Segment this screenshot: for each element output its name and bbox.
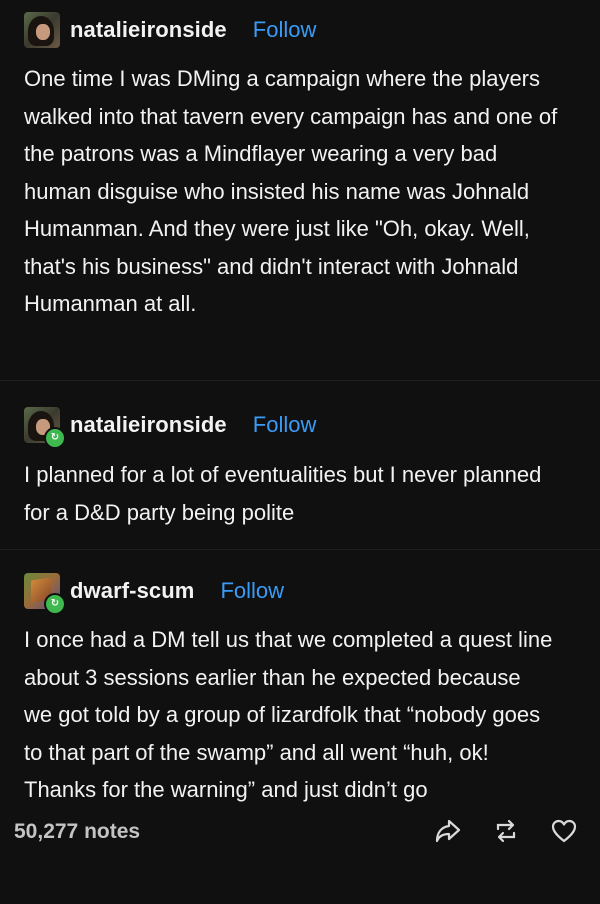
avatar[interactable]: ↻ (24, 407, 66, 449)
username[interactable]: natalieironside (70, 412, 227, 438)
post-footer: 50,277 notes (0, 806, 600, 856)
follow-button[interactable]: Follow (220, 578, 284, 604)
post-header: ↻ natalieironside Follow (24, 407, 317, 449)
post-reblog-2: ↻ dwarf-scum Follow I once had a DM tell… (0, 549, 600, 856)
reblog-badge-icon: ↻ (44, 593, 66, 615)
avatar[interactable]: ↻ (24, 573, 66, 615)
post-body: I planned for a lot of eventualities but… (24, 462, 542, 525)
notes-count[interactable]: 50,277 notes (14, 820, 140, 844)
post-body: One time I was DMing a campaign where th… (24, 66, 558, 316)
post-header: natalieironside Follow (24, 12, 316, 48)
post-original: natalieironside Follow One time I was DM… (0, 0, 600, 380)
share-icon[interactable] (434, 818, 462, 844)
reblog-icon[interactable] (492, 818, 520, 844)
avatar-image (24, 12, 60, 48)
username[interactable]: dwarf-scum (70, 578, 194, 604)
post-reblog-1: ↻ natalieironside Follow I planned for a… (0, 380, 600, 549)
post-actions (434, 818, 578, 844)
post-header: ↻ dwarf-scum Follow (24, 573, 284, 615)
reblog-badge-icon: ↻ (44, 427, 66, 449)
avatar[interactable] (24, 12, 60, 48)
follow-button[interactable]: Follow (253, 412, 317, 438)
follow-button[interactable]: Follow (253, 17, 317, 43)
post-body: I once had a DM tell us that we complete… (24, 627, 553, 802)
username[interactable]: natalieironside (70, 17, 227, 43)
heart-icon[interactable] (550, 818, 578, 844)
